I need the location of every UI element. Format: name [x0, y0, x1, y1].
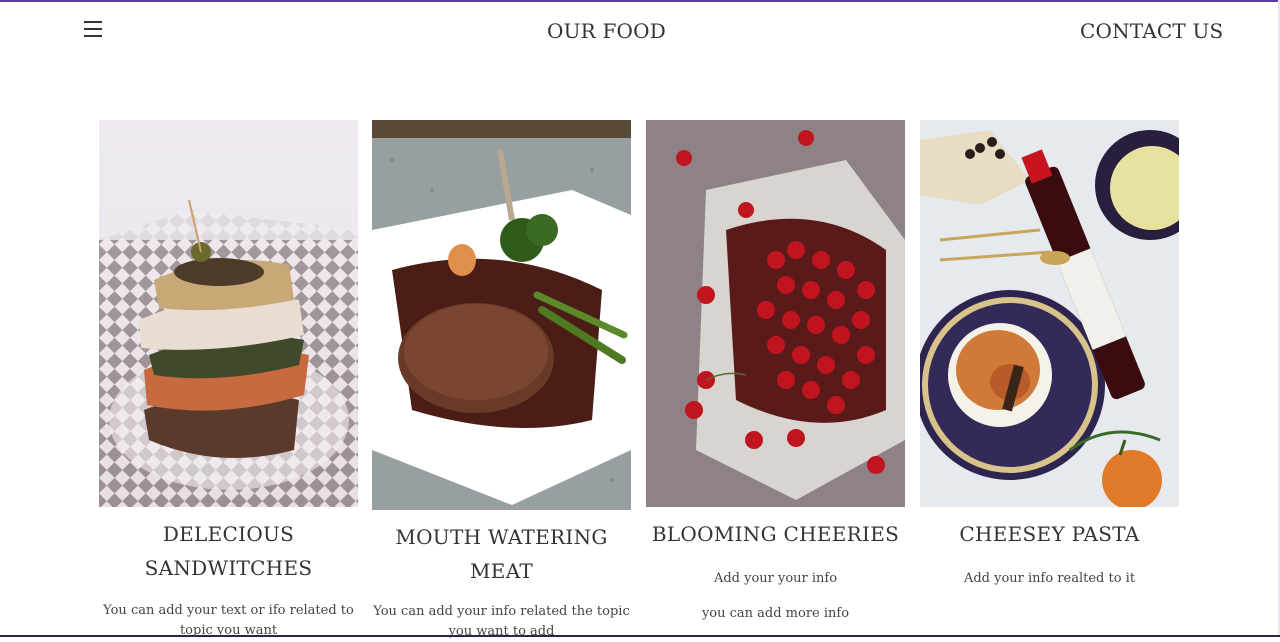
- card-description: you can add more info: [701, 606, 850, 621]
- card-title-line: DELECIOUS: [162, 522, 295, 546]
- card-title-line: CHEESEY PASTA: [959, 522, 1140, 546]
- card-description: Add your your info: [713, 571, 838, 586]
- card-description: You can add your info related the topic …: [372, 602, 631, 642]
- food-card-pasta[interactable]: CHEESEY PASTA Add your info realted to i…: [920, 120, 1179, 589]
- card-title: BLOOMING CHEERIES: [646, 517, 905, 551]
- card-title-line: SANDWITCHES: [144, 556, 313, 580]
- card-title: MOUTH WATERING MEAT: [372, 520, 631, 588]
- card-description-line: You can add your info related the topic: [373, 604, 630, 619]
- card-title: DELECIOUS SANDWITCHES: [99, 517, 358, 585]
- nav-contact-us-link[interactable]: CONTACT US: [1080, 19, 1223, 43]
- card-description: Add your info realted to it: [963, 571, 1136, 586]
- card-description-line: topic you want: [179, 623, 278, 638]
- nav-our-food-link[interactable]: OUR FOOD: [547, 19, 666, 43]
- cherries-photo: [646, 120, 905, 507]
- steak-photo: [372, 120, 631, 510]
- sandwich-photo: [99, 120, 358, 507]
- pasta-photo: [920, 120, 1179, 507]
- food-card-sandwiches[interactable]: DELECIOUS SANDWITCHES You can add your t…: [99, 120, 358, 641]
- card-description-line: You can add your text or ifo related to: [103, 603, 354, 618]
- hamburger-menu-icon[interactable]: [84, 21, 102, 39]
- card-title: CHEESEY PASTA: [920, 517, 1179, 551]
- card-description: You can add your text or ifo related to …: [99, 601, 358, 641]
- food-card-meat[interactable]: MOUTH WATERING MEAT You can add your inf…: [372, 120, 631, 642]
- card-title-line: MEAT: [470, 559, 533, 583]
- card-title-line: MOUTH WATERING: [395, 525, 608, 549]
- card-title-line: BLOOMING CHEERIES: [651, 522, 900, 546]
- food-card-cherries[interactable]: BLOOMING CHEERIES Add your your info you…: [646, 120, 905, 624]
- top-accent-border: [0, 0, 1280, 2]
